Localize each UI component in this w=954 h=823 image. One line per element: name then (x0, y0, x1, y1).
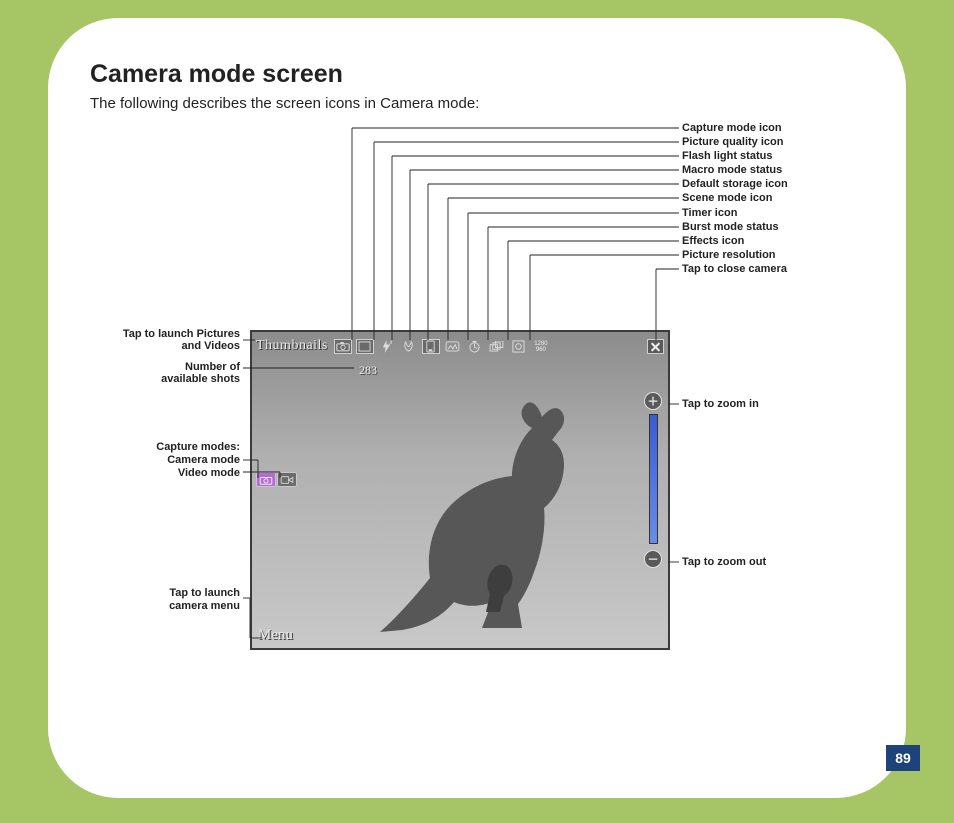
effects-icon (510, 339, 528, 354)
callout-capture-mode-icon: Capture mode icon (682, 122, 782, 134)
callout-zoom-out: Tap to zoom out (682, 556, 766, 568)
resolution-icon: 1280 960 (532, 339, 550, 354)
callout-shots-l2: available shots (90, 373, 240, 385)
zoom-in-button[interactable]: ＋ (644, 392, 662, 410)
zoom-out-button[interactable]: － (644, 550, 662, 568)
close-camera-button[interactable] (647, 339, 664, 354)
capture-mode-icon (334, 339, 352, 354)
callout-menu-l2: camera menu (90, 600, 240, 612)
capture-modes (256, 472, 297, 487)
camera-topbar: Thumbnails A (252, 332, 668, 360)
callout-tap-to-close-camera: Tap to close camera (682, 263, 787, 275)
flash-status-icon: A (378, 339, 396, 354)
diagram-area: Capture mode icon Picture quality icon F… (90, 122, 870, 742)
camera-screenshot: Thumbnails A (250, 330, 670, 650)
viewfinder-image (372, 392, 612, 642)
scene-mode-icon (444, 339, 462, 354)
callout-macro-mode-status: Macro mode status (682, 164, 782, 176)
callout-modes-l3: Video mode (90, 467, 240, 479)
callout-modes-l2: Camera mode (90, 454, 240, 466)
callout-modes-l1: Capture modes: (90, 441, 240, 453)
callout-burst-mode-status: Burst mode status (682, 221, 779, 233)
callout-effects-icon: Effects icon (682, 235, 744, 247)
callout-default-storage-icon: Default storage icon (682, 178, 788, 190)
zoom-bar[interactable] (649, 414, 658, 544)
callout-thumbnails-l1: Tap to launch Pictures (90, 328, 240, 340)
menu-button[interactable]: Menu (258, 627, 293, 644)
burst-mode-icon (488, 339, 506, 354)
callout-scene-mode-icon: Scene mode icon (682, 192, 772, 204)
callout-picture-resolution: Picture resolution (682, 249, 776, 261)
callout-thumbnails-l2: and Videos (90, 340, 240, 352)
shots-remaining: 283 (356, 362, 380, 379)
callout-shots-l1: Number of (90, 361, 240, 373)
video-mode-button[interactable] (277, 472, 297, 487)
callout-flash-light-status: Flash light status (682, 150, 772, 162)
callout-picture-quality-icon: Picture quality icon (682, 136, 783, 148)
callout-timer-icon: Timer icon (682, 207, 737, 219)
callout-zoom-in: Tap to zoom in (682, 398, 759, 410)
camera-mode-button[interactable] (256, 472, 276, 487)
picture-quality-icon (356, 339, 374, 354)
macro-mode-icon (400, 339, 418, 354)
manual-page: Camera mode screen The following describ… (48, 18, 906, 798)
page-subtitle: The following describes the screen icons… (90, 95, 868, 112)
resolution-bottom: 960 (536, 347, 546, 353)
timer-icon (466, 339, 484, 354)
callout-menu-l1: Tap to launch (90, 587, 240, 599)
svg-text:A: A (390, 340, 393, 346)
page-title: Camera mode screen (90, 60, 868, 89)
page-number: 89 (886, 745, 920, 771)
storage-icon (422, 339, 440, 354)
thumbnails-button[interactable]: Thumbnails (256, 338, 328, 354)
